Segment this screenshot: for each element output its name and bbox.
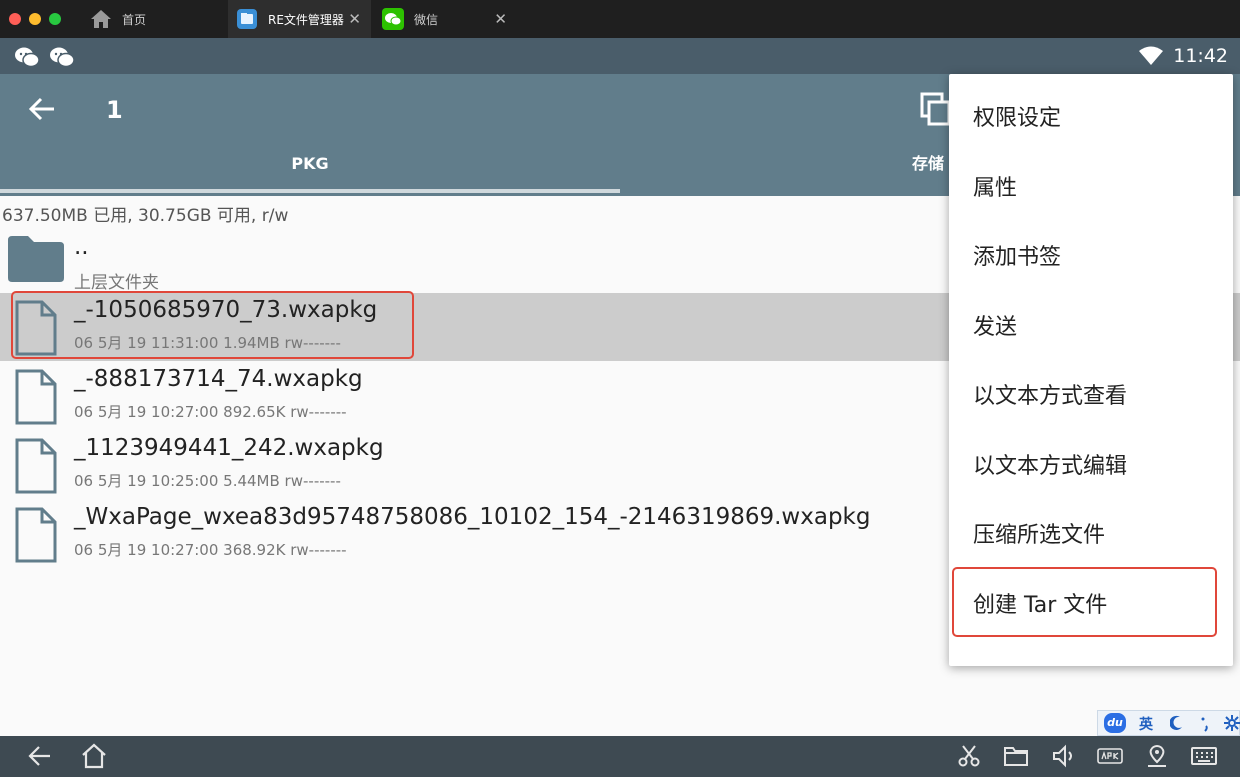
file-meta: 上层文件夹 [74, 273, 159, 293]
minimize-window-button[interactable] [29, 13, 41, 25]
punctuation-icon[interactable] [1200, 716, 1210, 732]
folder-icon [6, 234, 66, 284]
page-title: 1 [106, 96, 123, 124]
menu-item-edit-as-text[interactable]: 以文本方式编辑 [949, 432, 1233, 501]
menu-item-add-bookmark[interactable]: 添加书签 [949, 223, 1233, 292]
clock: 11:42 [1173, 45, 1228, 67]
highlight-box-file [11, 291, 414, 359]
ime-language-toggle[interactable]: 英 [1139, 714, 1153, 734]
file-name: _WxaPage_wxea83d95748758086_10102_154_-2… [74, 504, 871, 530]
home-icon [90, 9, 112, 29]
file-name: .. [74, 234, 89, 260]
status-bar: 11:42 [0, 38, 1240, 74]
tab-home[interactable]: 首页 [80, 0, 226, 38]
menu-item-properties[interactable]: 属性 [949, 154, 1233, 223]
re-file-manager-app-icon [236, 8, 258, 30]
maximize-window-button[interactable] [49, 13, 61, 25]
nav-home-icon[interactable] [81, 743, 107, 769]
tab-wechat[interactable]: 微信 ✕ [374, 0, 517, 38]
tab-label: RE文件管理器 [268, 12, 344, 27]
tab-label: 微信 [414, 12, 439, 27]
file-meta: 06 5月 19 10:27:00 368.92K rw------- [74, 541, 347, 559]
file-meta: 06 5月 19 10:25:00 5.44MB rw------- [74, 472, 341, 490]
volume-icon[interactable] [1051, 744, 1077, 768]
folder-outline-icon[interactable] [1003, 744, 1029, 768]
file-meta: 06 5月 19 10:27:00 892.65K rw------- [74, 403, 347, 421]
file-icon [14, 506, 58, 564]
file-name: _-888173714_74.wxapkg [74, 366, 363, 392]
keyboard-icon[interactable] [1190, 744, 1218, 768]
file-icon [14, 437, 58, 495]
navigation-bar [0, 736, 1240, 777]
active-tab-indicator [0, 189, 620, 193]
tab-re-file-manager[interactable]: RE文件管理器 ✕ [228, 0, 371, 38]
ime-toolbar: du 英 [1097, 710, 1240, 736]
moon-icon[interactable] [1170, 715, 1184, 731]
tab-close-icon[interactable]: ✕ [348, 10, 361, 28]
context-menu: 权限设定 属性 添加书签 发送 以文本方式查看 以文本方式编辑 压缩所选文件 创… [949, 74, 1233, 666]
scissors-icon[interactable] [957, 744, 981, 768]
close-window-button[interactable] [9, 13, 21, 25]
browser-tab-bar: 首页 RE文件管理器 ✕ 微信 ✕ [0, 0, 1240, 38]
tab-pkg[interactable]: PKG [0, 144, 620, 192]
menu-item-compress[interactable]: 压缩所选文件 [949, 501, 1233, 570]
menu-item-permissions[interactable]: 权限设定 [949, 84, 1233, 153]
copy-icon[interactable] [920, 92, 950, 126]
settings-icon[interactable] [1224, 715, 1240, 731]
apk-install-icon[interactable] [1096, 744, 1124, 768]
file-name: _1123949441_242.wxapkg [74, 435, 384, 461]
highlight-box-menu-item [952, 567, 1217, 637]
tab-label: 首页 [122, 12, 147, 27]
storage-info: 637.50MB 已用, 30.75GB 可用, r/w [2, 206, 289, 226]
menu-item-view-as-text[interactable]: 以文本方式查看 [949, 362, 1233, 431]
wechat-app-icon [382, 8, 404, 30]
tab-storage[interactable]: 存储 [912, 144, 944, 184]
tab-close-icon[interactable]: ✕ [494, 10, 507, 28]
wechat-icon [14, 46, 40, 68]
menu-item-send[interactable]: 发送 [949, 293, 1233, 362]
file-icon [14, 368, 58, 426]
wifi-icon [1138, 46, 1164, 66]
location-icon[interactable] [1145, 744, 1169, 768]
baidu-ime-logo: du [1104, 713, 1126, 733]
nav-back-icon[interactable] [28, 744, 52, 768]
back-arrow-icon[interactable] [28, 97, 56, 121]
wechat-icon [49, 46, 75, 68]
